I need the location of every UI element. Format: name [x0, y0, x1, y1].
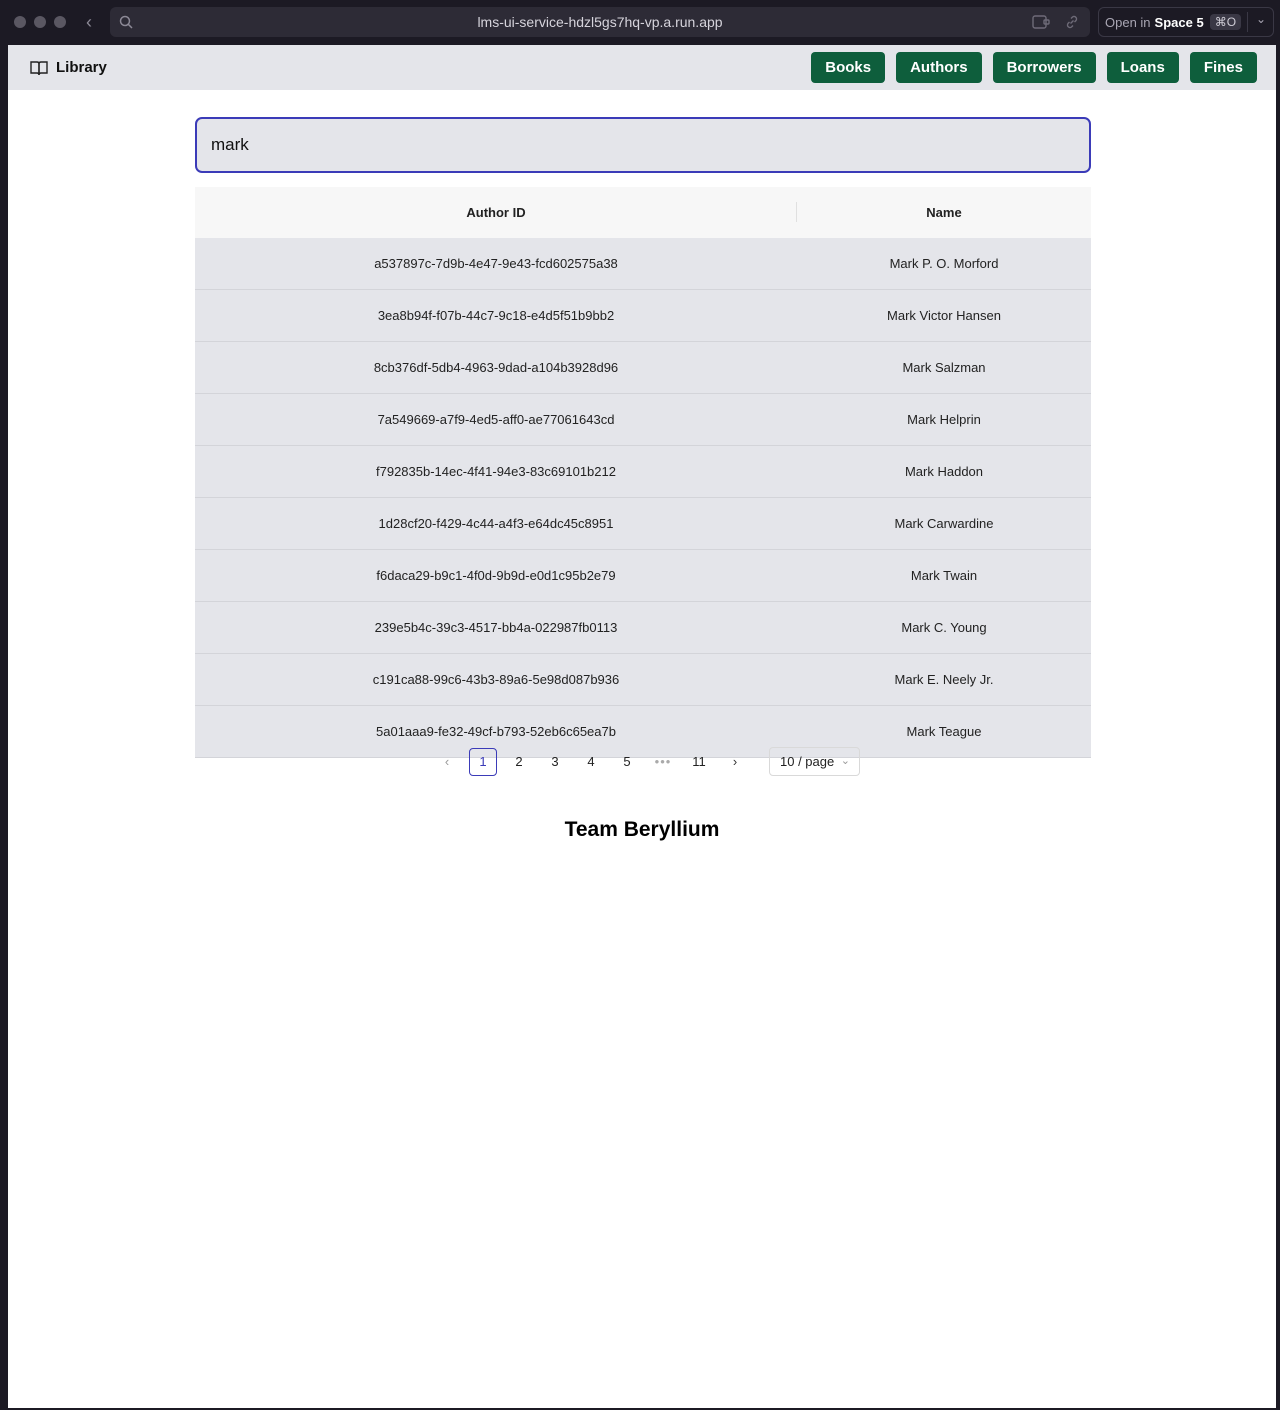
address-bar[interactable]: lms-ui-service-hdzl5gs7hq-vp.a.run.app	[110, 7, 1090, 37]
table-row[interactable]: a537897c-7d9b-4e47-9e43-fcd602575a38 Mar…	[195, 238, 1091, 290]
table-row[interactable]: f792835b-14ec-4f41-94e3-83c69101b212 Mar…	[195, 445, 1091, 498]
page-4-button[interactable]: 4	[577, 748, 605, 776]
table-header-row: Author ID Name	[195, 187, 1091, 238]
author-id-cell: f792835b-14ec-4f41-94e3-83c69101b212	[195, 445, 797, 498]
search-input[interactable]	[195, 117, 1091, 173]
author-name-cell: Mark Helprin	[797, 393, 1091, 446]
author-id-cell: a537897c-7d9b-4e47-9e43-fcd602575a38	[195, 238, 797, 290]
author-name-cell: Mark Twain	[797, 549, 1091, 602]
minimize-window-button[interactable]	[34, 16, 46, 28]
page-size-value: 10 / page	[780, 754, 835, 769]
table-row[interactable]: 1d28cf20-f429-4c44-a4f3-e64dc45c8951 Mar…	[195, 497, 1091, 550]
author-name-cell: Mark P. O. Morford	[797, 238, 1091, 290]
open-in-space-button[interactable]: Open in Space 5 ⌘O ⌄	[1098, 7, 1274, 37]
author-id-cell: f6daca29-b9c1-4f0d-9b9d-e0d1c95b2e79	[195, 549, 797, 602]
page-3-button[interactable]: 3	[541, 748, 569, 776]
url-text: lms-ui-service-hdzl5gs7hq-vp.a.run.app	[477, 14, 723, 30]
author-name-cell: Mark Salzman	[797, 341, 1091, 394]
pagination: ‹ 1 2 3 4 5 ••• 11 › 10 / page ⌄	[433, 747, 860, 776]
books-button[interactable]: Books	[811, 52, 886, 83]
browser-toolbar: ‹ lms-ui-service-hdzl5gs7hq-vp.a.run.app…	[0, 0, 1280, 44]
page-1-button[interactable]: 1	[469, 747, 497, 776]
author-name-cell: Mark Victor Hansen	[797, 289, 1091, 342]
footer-title: Team Beryllium	[564, 818, 720, 841]
column-header-author-id[interactable]: Author ID	[195, 187, 797, 238]
table-row[interactable]: 3ea8b94f-f07b-44c7-9c18-e4d5f51b9bb2 Mar…	[195, 289, 1091, 342]
brand-label: Library	[56, 59, 107, 76]
author-id-cell: 1d28cf20-f429-4c44-a4f3-e64dc45c8951	[195, 497, 797, 550]
maximize-window-button[interactable]	[54, 16, 66, 28]
top-navbar: Library Books Authors Borrowers Loans Fi…	[8, 45, 1276, 90]
authors-button[interactable]: Authors	[896, 52, 982, 83]
chevron-down-icon: ⌄	[840, 755, 850, 767]
link-icon[interactable]	[1064, 14, 1080, 30]
fines-button[interactable]: Fines	[1189, 52, 1257, 83]
prev-page-icon[interactable]: ‹	[433, 748, 461, 776]
page-size-select[interactable]: 10 / page ⌄	[769, 747, 860, 776]
page-5-button[interactable]: 5	[613, 748, 641, 776]
author-id-cell: 7a549669-a7f9-4ed5-aff0-ae77061643cd	[195, 393, 797, 446]
loans-button[interactable]: Loans	[1106, 52, 1179, 83]
author-name-cell: Mark C. Young	[797, 601, 1091, 654]
open-in-label: Open in	[1105, 14, 1151, 30]
author-id-cell: 3ea8b94f-f07b-44c7-9c18-e4d5f51b9bb2	[195, 289, 797, 342]
author-id-cell: 8cb376df-5db4-4963-9dad-a104b3928d96	[195, 341, 797, 394]
table-row[interactable]: f6daca29-b9c1-4f0d-9b9d-e0d1c95b2e79 Mar…	[195, 549, 1091, 602]
next-page-icon[interactable]: ›	[721, 748, 749, 776]
author-name-cell: Mark Haddon	[797, 445, 1091, 498]
divider	[1247, 12, 1248, 32]
nav-buttons: Books Authors Borrowers Loans Fines	[811, 52, 1257, 83]
table-row[interactable]: 239e5b4c-39c3-4517-bb4a-022987fb0113 Mar…	[195, 601, 1091, 654]
author-id-cell: c191ca88-99c6-43b3-89a6-5e98d087b936	[195, 653, 797, 706]
table-row[interactable]: 7a549669-a7f9-4ed5-aff0-ae77061643cd Mar…	[195, 393, 1091, 446]
table-row[interactable]: c191ca88-99c6-43b3-89a6-5e98d087b936 Mar…	[195, 653, 1091, 706]
page-2-button[interactable]: 2	[505, 748, 533, 776]
page-content: Library Books Authors Borrowers Loans Fi…	[8, 45, 1276, 1408]
column-header-name[interactable]: Name	[797, 187, 1091, 238]
space-name: Space 5	[1154, 14, 1204, 30]
close-window-button[interactable]	[14, 16, 26, 28]
shortcut-badge: ⌘O	[1209, 14, 1242, 30]
table-row[interactable]: 8cb376df-5db4-4963-9dad-a104b3928d96 Mar…	[195, 341, 1091, 394]
book-icon	[30, 60, 48, 75]
author-name-cell: Mark E. Neely Jr.	[797, 653, 1091, 706]
brand-link[interactable]: Library	[30, 59, 107, 76]
chevron-down-icon[interactable]: ⌄	[1256, 12, 1266, 26]
borrowers-button[interactable]: Borrowers	[992, 52, 1096, 83]
page-11-button[interactable]: 11	[685, 748, 713, 776]
more-pages-button[interactable]: •••	[649, 748, 677, 776]
back-arrow-icon[interactable]: ‹	[86, 12, 100, 33]
authors-table: Author ID Name a537897c-7d9b-4e47-9e43-f…	[195, 187, 1091, 758]
extension-icon[interactable]	[1032, 14, 1050, 30]
author-id-cell: 239e5b4c-39c3-4517-bb4a-022987fb0113	[195, 601, 797, 654]
window-controls	[14, 16, 66, 28]
author-name-cell: Mark Carwardine	[797, 497, 1091, 550]
